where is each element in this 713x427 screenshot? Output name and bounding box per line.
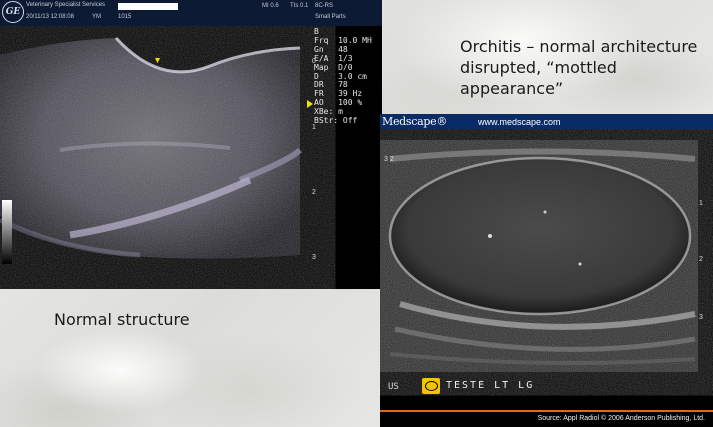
depth-mark-1-right: 1 — [699, 200, 703, 207]
scan-parameters: B Frq 10.0 MH Gn 48 E/A 1/3 Map D/0 D 3.0 cm D… — [314, 27, 372, 126]
ym-label: YM — [92, 14, 101, 20]
depth-mark-2: 2 — [312, 189, 316, 196]
depth-mark-0: 0 — [312, 58, 316, 65]
orange-divider — [380, 410, 713, 412]
redaction-bar — [118, 3, 178, 10]
tis-value: TIs 0.1 — [290, 3, 309, 9]
depth-mark-3-right: 3 — [699, 314, 703, 321]
annotation-row: US TESTE LT LG — [380, 376, 713, 402]
scanner-header: GE Veterinary Specialist Services 20/11/… — [0, 0, 382, 26]
clinic-name: Veterinary Specialist Services — [26, 2, 106, 8]
depth-mark-3: 3 — [312, 254, 316, 261]
preset-label: Small Parts — [315, 14, 346, 20]
depth-mark-2-right: 2 — [699, 256, 703, 263]
orchitis-ultrasound-image: Medscape® www.medscape.com 3 2 1 2 3 US … — [380, 114, 713, 427]
medscape-logo: Medscape® — [382, 115, 448, 128]
code-label: 1015 — [118, 14, 132, 20]
ge-logo: GE — [2, 1, 24, 23]
speech-bubble-icon — [422, 378, 440, 394]
depth-mark-1: 1 — [312, 124, 316, 131]
param-bsteer: BStr: Off — [314, 116, 358, 126]
normal-caption: Normal structure — [54, 310, 190, 329]
normal-ultrasound-image: GE Veterinary Specialist Services 20/11/… — [0, 0, 382, 289]
grayscale-bar — [2, 200, 12, 264]
medscape-banner: Medscape® www.medscape.com — [380, 114, 713, 129]
annotation-text: TESTE LT LG — [446, 380, 535, 391]
image-source: Source: Appl Radiol © 2006 Anderson Publ… — [537, 415, 705, 422]
probe-label: 8C-RS — [315, 3, 334, 9]
corner-label: 3 2 — [384, 156, 394, 163]
mi-value: MI 0.6 — [262, 3, 279, 9]
medscape-url[interactable]: www.medscape.com — [478, 117, 561, 127]
orchitis-caption: Orchitis – normal architecture disrupted… — [460, 37, 698, 98]
scan-datetime: 20/11/13 12:08:08 — [26, 14, 74, 20]
us-label: US — [388, 382, 399, 392]
